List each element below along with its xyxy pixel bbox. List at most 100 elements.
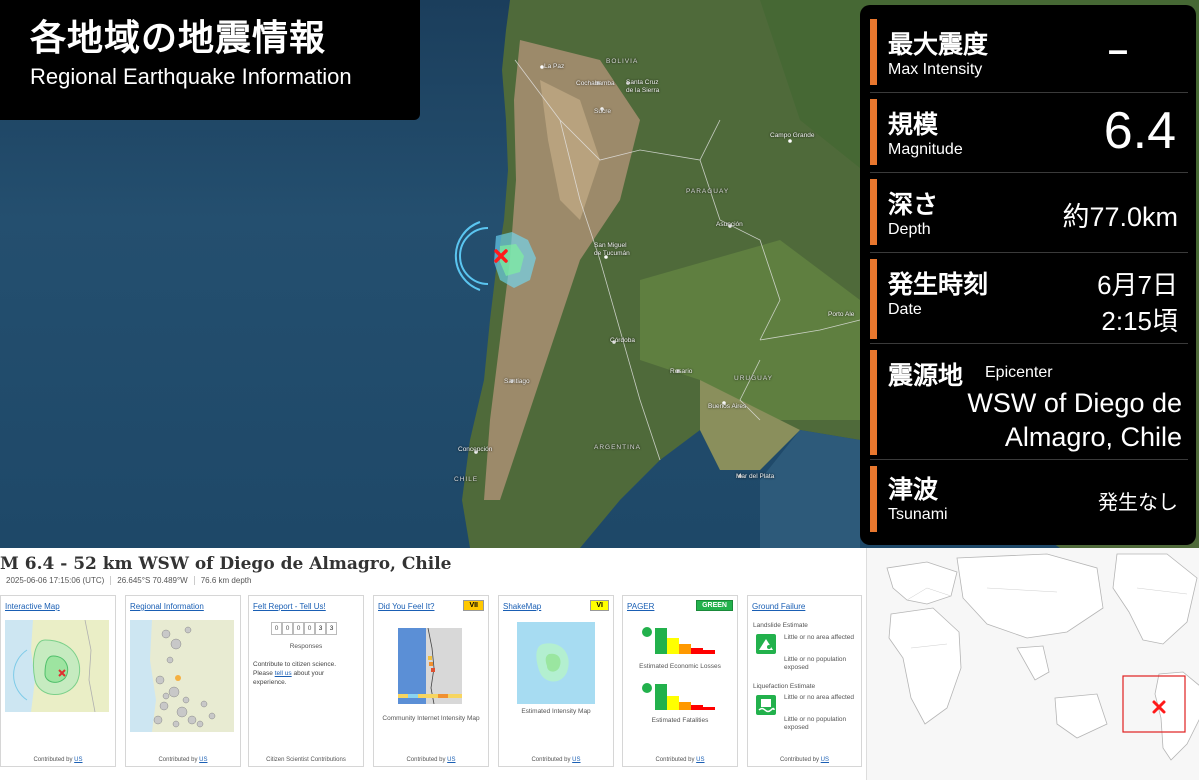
divider xyxy=(870,343,1188,344)
title-box: 各地域の地震情報 Regional Earthquake Information xyxy=(0,0,420,120)
place-label: Córdoba xyxy=(610,337,635,344)
intensity-badge: VII xyxy=(463,600,484,611)
title-japanese: 各地域の地震情報 xyxy=(30,18,327,59)
fatalities-histogram xyxy=(642,683,715,710)
card-title-link[interactable]: ShakeMap xyxy=(503,602,541,611)
liquefaction-icon xyxy=(756,695,776,715)
red-x-marker-icon[interactable] xyxy=(494,249,508,263)
response-counter: 0 0 0 0 3 3 xyxy=(271,622,337,635)
place-label: Sucre xyxy=(594,108,611,115)
card-regional-information[interactable]: Regional Information Contributed by US xyxy=(125,595,241,767)
contributor-link[interactable]: US xyxy=(696,757,704,763)
tsunami-row: 津波 Tsunami 発生なし xyxy=(870,466,1188,532)
date-label-jp: 発生時刻 xyxy=(888,270,989,299)
card-title-link[interactable]: Felt Report - Tell Us! xyxy=(253,602,326,611)
place-label: Santa Cruz de la Sierra xyxy=(626,79,660,94)
card-footer: Contributed by US xyxy=(779,757,830,763)
contributor-link[interactable]: US xyxy=(74,757,82,763)
place-label: Santiago xyxy=(504,378,530,385)
landslide-area: Little or no area affected xyxy=(784,634,854,641)
info-panel: 最大震度 Max Intensity – 規模 Magnitude 6.4 深さ… xyxy=(860,5,1196,545)
dyfi-map-thumbnail[interactable] xyxy=(398,628,462,704)
counter-digit: 3 xyxy=(326,622,337,635)
intensity-badge: VI xyxy=(590,600,609,611)
card-footer: Contributed by US xyxy=(655,757,705,763)
counter-digit: 0 xyxy=(304,622,315,635)
card-title-link[interactable]: Interactive Map xyxy=(5,602,60,611)
liquefaction-heading: Liquefaction Estimate xyxy=(753,683,816,690)
card-footer: Contributed by US xyxy=(33,757,83,763)
counter-digit: 0 xyxy=(293,622,304,635)
epicenter-value-line2: Almagro, Chile xyxy=(1004,422,1182,452)
contributor-link[interactable]: US xyxy=(447,757,455,763)
card-did-you-feel-it[interactable]: Did You Feel It? VII Community Internet … xyxy=(373,595,489,767)
depth-label-jp: 深さ xyxy=(888,190,939,219)
card-title-link[interactable]: Ground Failure xyxy=(752,602,805,611)
place-label: San Miguel de Tucumán xyxy=(594,242,630,257)
economic-loss-label: Estimated Economic Losses xyxy=(639,663,721,670)
event-location: 26.645°S 70.489°W xyxy=(111,576,195,585)
world-overview-map[interactable] xyxy=(866,548,1199,780)
country-label: ARGENTINA xyxy=(594,444,641,451)
date-row: 発生時刻 Date 6月7日 2:15頃 xyxy=(870,259,1188,339)
max-intensity-value: – xyxy=(1107,29,1128,70)
responses-label: Responses xyxy=(289,643,323,650)
card-title-link[interactable]: Regional Information xyxy=(130,602,204,611)
country-label: BOLIVIA xyxy=(606,58,639,65)
dyfi-caption: Community Internet Intensity Map xyxy=(382,715,480,722)
tsunami-label-jp: 津波 xyxy=(888,475,939,504)
card-shakemap[interactable]: ShakeMap VI Estimated Intensity Map Cont… xyxy=(498,595,614,767)
max-intensity-label-en: Max Intensity xyxy=(888,61,983,78)
title-english: Regional Earthquake Information xyxy=(30,64,352,89)
card-interactive-map[interactable]: Interactive Map Contributed by US xyxy=(0,595,116,767)
event-meta: 2025-06-06 17:15:06 (UTC) 26.645°S 70.489… xyxy=(0,576,257,585)
contributor-link[interactable]: US xyxy=(821,757,829,763)
felt-description: Contribute to citizen science. Please te… xyxy=(253,661,337,686)
event-depth: 76.6 km depth xyxy=(200,576,252,585)
landslide-icon xyxy=(756,634,776,654)
divider xyxy=(870,92,1188,93)
place-label: Rosario xyxy=(670,368,693,375)
epicenter-label-jp: 震源地 xyxy=(888,361,964,390)
tell-us-link[interactable]: tell us xyxy=(275,670,292,677)
liquefaction-area: Little or no area affected xyxy=(784,694,854,701)
card-title-link[interactable]: Did You Feel It? xyxy=(378,602,434,611)
card-ground-failure[interactable]: Ground Failure Landslide Estimate Little… xyxy=(747,595,862,767)
interactive-map-thumbnail[interactable] xyxy=(5,620,109,712)
card-pager[interactable]: PAGER GREEN Estimated Economic Losses Es… xyxy=(622,595,738,767)
card-title-link[interactable]: PAGER xyxy=(627,602,654,611)
epicenter-value-line1: WSW of Diego de xyxy=(967,388,1182,418)
fatalities-label: Estimated Fatalities xyxy=(651,717,709,724)
divider xyxy=(870,172,1188,173)
date-value-line1: 6月7日 xyxy=(1097,270,1178,300)
depth-value: 約77.0km xyxy=(1062,202,1178,232)
card-footer: Citizen Scientist Contributions xyxy=(266,757,346,763)
card-footer: Contributed by US xyxy=(531,757,581,763)
epicenter-row: 震源地 Epicenter WSW of Diego de Almagro, C… xyxy=(870,350,1188,455)
alert-level-badge: GREEN xyxy=(696,600,733,611)
card-footer: Contributed by US xyxy=(406,757,456,763)
max-intensity-label-jp: 最大震度 xyxy=(888,30,989,59)
tsunami-label-en: Tsunami xyxy=(888,506,948,523)
card-felt-report[interactable]: Felt Report - Tell Us! 0 0 0 0 3 3 Respo… xyxy=(248,595,364,767)
contributor-link[interactable]: US xyxy=(199,757,207,763)
magnitude-value: 6.4 xyxy=(1103,102,1176,160)
place-label: Concepción xyxy=(458,446,493,453)
magnitude-label-en: Magnitude xyxy=(888,141,963,158)
date-value-line2: 2:15頃 xyxy=(1101,306,1178,336)
depth-row: 深さ Depth 約77.0km xyxy=(870,179,1188,245)
contributor-link[interactable]: US xyxy=(572,757,580,763)
tsunami-value: 発生なし xyxy=(1098,490,1178,514)
date-label-en: Date xyxy=(888,301,922,318)
counter-digit: 0 xyxy=(271,622,282,635)
country-label: URUGUAY xyxy=(734,375,774,382)
place-label: Asunción xyxy=(716,221,743,228)
card-footer: Contributed by US xyxy=(158,757,208,763)
magnitude-label-jp: 規模 xyxy=(888,110,939,139)
divider xyxy=(870,252,1188,253)
counter-digit: 0 xyxy=(282,622,293,635)
regional-map-thumbnail[interactable] xyxy=(130,620,234,732)
shakemap-thumbnail[interactable] xyxy=(517,622,595,704)
depth-label-en: Depth xyxy=(888,221,931,238)
place-label: Mar del Plata xyxy=(736,473,775,480)
